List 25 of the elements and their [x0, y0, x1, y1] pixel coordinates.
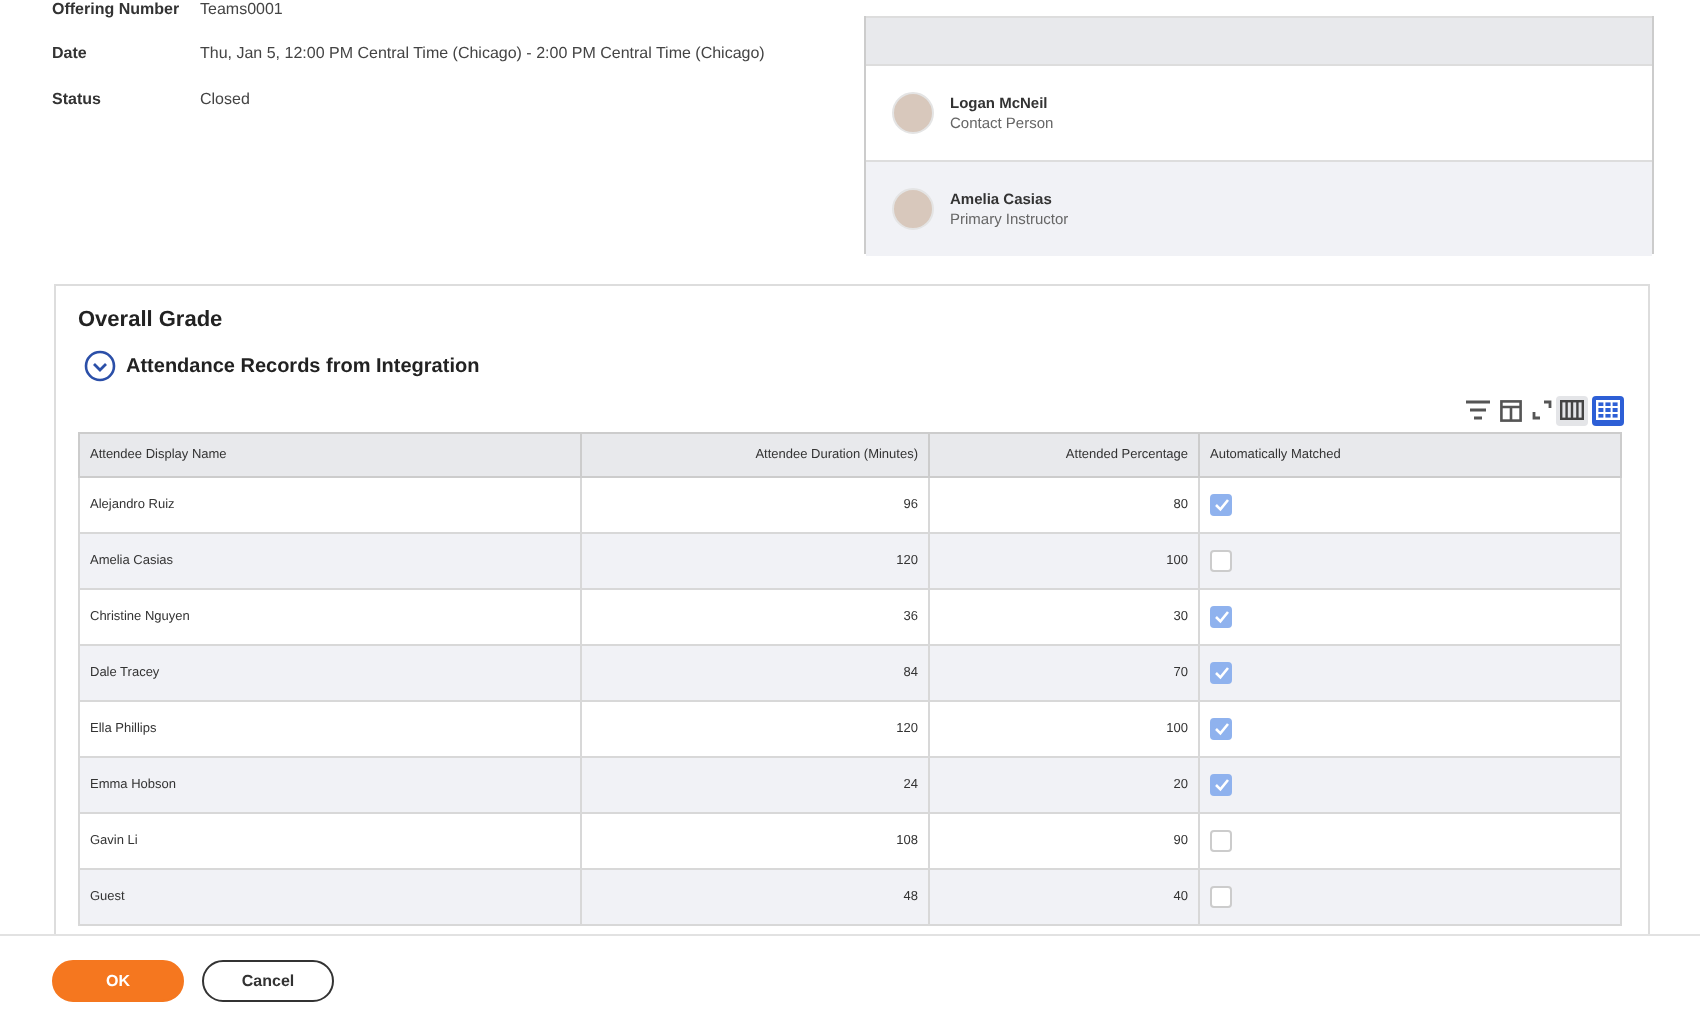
- checkbox[interactable]: [1210, 830, 1232, 852]
- card-title: Overall Grade: [78, 308, 225, 336]
- checkbox[interactable]: [1210, 718, 1232, 740]
- chevron-icon[interactable]: [84, 350, 116, 382]
- avatar-icon: [892, 92, 934, 134]
- columns-view-button[interactable]: [1556, 395, 1588, 425]
- section-title: Attendance Records from Integration: [126, 355, 480, 377]
- field-label: Offering Number: [52, 0, 182, 18]
- checkbox[interactable]: [1210, 886, 1232, 908]
- checkbox[interactable]: [1210, 662, 1232, 684]
- field-value: Teams0001: [200, 0, 283, 18]
- field-value: Thu, Jan 5, 12:00 PM Central Time (Chicago) - 2:00 PM Central Time (Chicago): [200, 44, 765, 63]
- filter-icon[interactable]: [1466, 400, 1490, 420]
- cancel-button[interactable]: Cancel: [202, 960, 334, 1002]
- checkbox[interactable]: [1210, 550, 1232, 572]
- checkbox[interactable]: [1210, 494, 1232, 516]
- field-label: Status: [52, 89, 103, 108]
- grid-view-button[interactable]: [1592, 395, 1624, 425]
- expand-icon[interactable]: [1532, 400, 1552, 420]
- avatar-icon: [892, 188, 934, 230]
- field-label: Date: [52, 44, 89, 63]
- field-value: Closed: [200, 89, 250, 108]
- panel-icon[interactable]: [1500, 399, 1522, 421]
- checkbox[interactable]: [1210, 606, 1232, 628]
- checkbox[interactable]: [1210, 774, 1232, 796]
